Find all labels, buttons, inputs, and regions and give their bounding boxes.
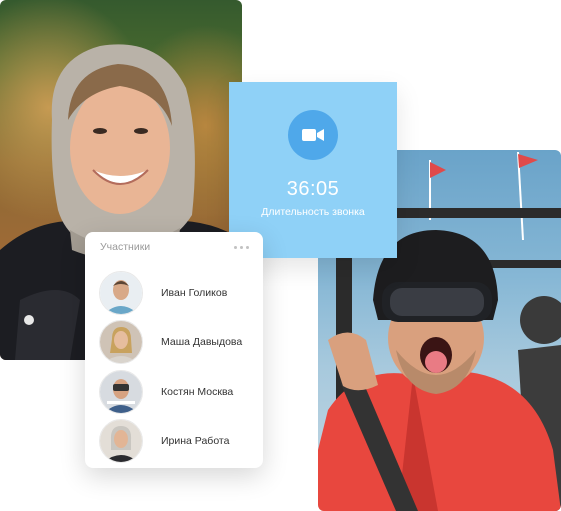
participants-title: Участники xyxy=(100,241,151,253)
participant-row[interactable]: Маша Давыдова xyxy=(99,318,255,368)
participant-row[interactable]: Ирина Работа xyxy=(99,417,255,467)
participants-list: Иван Голиков Маша Давыдова Костян Москва… xyxy=(99,268,255,466)
call-duration-value: 36:05 xyxy=(286,178,340,200)
participant-row[interactable]: Костян Москва xyxy=(99,367,255,417)
more-dots-icon[interactable] xyxy=(232,244,251,251)
participant-row[interactable]: Иван Голиков xyxy=(99,268,255,318)
participant-name: Костян Москва xyxy=(161,385,234,398)
avatar xyxy=(99,419,143,464)
avatar xyxy=(99,270,143,315)
participants-panel: Участники Иван Голиков Маша Давыдова Кос… xyxy=(85,232,263,468)
video-camera-icon xyxy=(302,129,324,141)
participant-name: Иван Голиков xyxy=(161,286,228,299)
participant-name: Маша Давыдова xyxy=(161,336,243,349)
avatar xyxy=(99,320,143,365)
call-duration-label: Длительность звонка xyxy=(261,206,365,218)
participant-name: Ирина Работа xyxy=(161,435,230,448)
avatar xyxy=(99,369,143,414)
video-call-mockup: 36:05 Длительность звонка Участники Иван… xyxy=(0,0,561,511)
video-camera-button[interactable] xyxy=(288,110,338,160)
participants-header: Участники xyxy=(100,241,251,253)
